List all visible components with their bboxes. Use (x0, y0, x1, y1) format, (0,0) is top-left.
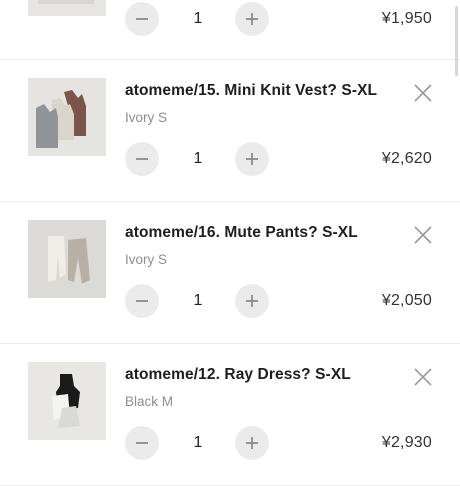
cart-item: atomeme/15. Mini Knit Vest? S-XL Ivory S… (0, 60, 460, 202)
item-price: ¥2,050 (381, 292, 432, 309)
increase-quantity-button[interactable] (235, 426, 269, 460)
quantity-value: 1 (193, 434, 203, 451)
product-variant: Ivory S (125, 252, 168, 267)
minus-icon (136, 158, 148, 160)
remove-item-button[interactable] (412, 224, 434, 246)
product-name[interactable]: atomeme/15. Mini Knit Vest? S-XL (125, 82, 377, 100)
cart-item: atomeme/16. Mute Pants? S-XL Ivory S 1 ¥… (0, 202, 460, 344)
product-name[interactable]: atomeme/12. Ray Dress? S-XL (125, 366, 351, 384)
item-price: ¥2,930 (381, 434, 432, 451)
dress-photo-icon (28, 362, 106, 440)
minus-icon (136, 442, 148, 444)
cart-item: atomeme/12. Ray Dress? S-XL Black M 1 ¥2… (0, 344, 460, 486)
plus-icon (246, 13, 258, 25)
quantity-value: 1 (193, 10, 203, 27)
plus-icon (246, 295, 258, 307)
product-thumbnail[interactable] (28, 0, 106, 16)
item-price: ¥2,620 (381, 150, 432, 167)
decrease-quantity-button[interactable] (125, 426, 159, 460)
product-photo-icon (28, 0, 106, 16)
increase-quantity-button[interactable] (235, 142, 269, 176)
knit-vest-photo-icon (28, 78, 106, 156)
item-price: ¥1,950 (381, 10, 432, 27)
decrease-quantity-button[interactable] (125, 142, 159, 176)
close-icon (414, 368, 432, 386)
cart-item-list: 1 ¥1,950 atomeme/15. Mini Knit Vest? S-X… (0, 0, 460, 486)
quantity-value: 1 (193, 292, 203, 309)
product-variant: Black M (125, 394, 174, 409)
cart-item: 1 ¥1,950 (0, 0, 460, 60)
increase-quantity-button[interactable] (235, 284, 269, 318)
decrease-quantity-button[interactable] (125, 284, 159, 318)
product-variant: Ivory S (125, 110, 168, 125)
product-thumbnail[interactable] (28, 220, 106, 298)
minus-icon (136, 18, 148, 20)
scrollbar[interactable] (455, 6, 458, 76)
product-name[interactable]: atomeme/16. Mute Pants? S-XL (125, 224, 358, 242)
product-thumbnail[interactable] (28, 362, 106, 440)
quantity-value: 1 (193, 150, 203, 167)
close-icon (414, 226, 432, 244)
pants-photo-icon (28, 220, 106, 298)
minus-icon (136, 300, 148, 302)
plus-icon (246, 437, 258, 449)
decrease-quantity-button[interactable] (125, 2, 159, 36)
remove-item-button[interactable] (412, 82, 434, 104)
product-thumbnail[interactable] (28, 78, 106, 156)
remove-item-button[interactable] (412, 366, 434, 388)
increase-quantity-button[interactable] (235, 2, 269, 36)
close-icon (414, 84, 432, 102)
plus-icon (246, 153, 258, 165)
